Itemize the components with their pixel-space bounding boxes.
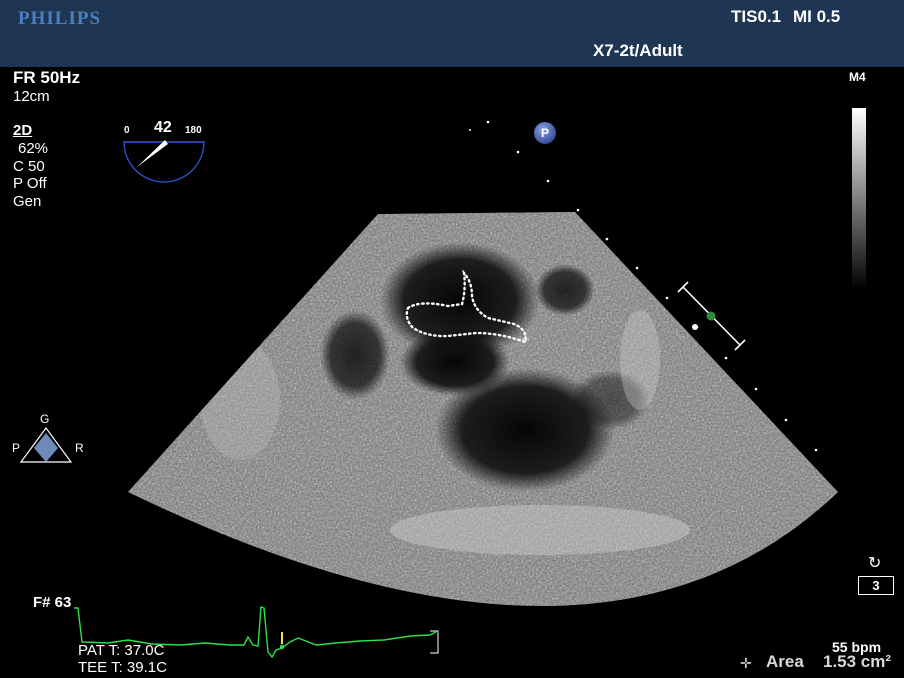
angle-max: 180 [185,125,202,136]
gain-readout: 62% [18,140,49,157]
persistence-readout: P Off [13,175,47,192]
echo-sector [128,212,838,606]
frame-number: F# 63 [33,594,72,611]
multiplane-angle-icon [123,140,205,183]
frame-rate: FR 50Hz [13,68,81,87]
loop-count[interactable]: 3 [858,576,894,595]
compression-readout: C 50 [13,158,45,175]
orientation-right-label: R [75,441,84,455]
patient-temp: PAT T: 37.0C [78,642,165,659]
angle-value: 42 [154,119,172,136]
map-label: M4 [849,70,866,84]
crosshair-icon: ✛ [740,655,752,671]
measure-value: 1.53 cm² [823,652,892,671]
depth-readout: 12cm [13,88,50,105]
preset-readout: Gen [13,193,42,210]
position-marker-icon[interactable]: P [534,122,556,144]
grayscale-bar [852,108,866,290]
orientation-diamond-icon [19,426,73,463]
ultrasound-image[interactable]: + [0,0,904,678]
orientation-top-label: G [40,412,50,426]
orientation-left-label: P [12,441,21,455]
mode-label[interactable]: 2D [13,122,32,139]
angle-min: 0 [124,125,130,136]
cine-loop-icon[interactable]: ↻ [868,553,881,573]
trace-cursor-icon: + [522,331,530,346]
tee-temp: TEE T: 39.1C [78,659,167,676]
measure-label: Area [766,652,804,671]
